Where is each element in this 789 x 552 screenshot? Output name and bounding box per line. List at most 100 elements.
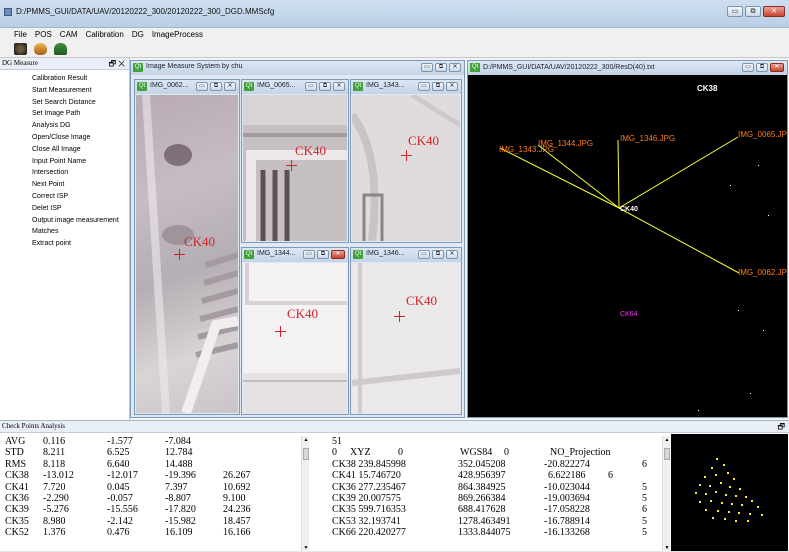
stats-cell: 24.236 [223, 504, 251, 516]
image-view[interactable]: CK40 [136, 95, 238, 413]
minimize-button[interactable]: ▭ [727, 6, 743, 17]
ck-label-center: CK40 [620, 206, 638, 213]
image-view[interactable]: CK40 [352, 263, 460, 413]
stats-cell: 0.116 [43, 436, 66, 447]
minimize-button[interactable]: ▭ [421, 63, 433, 72]
coord-row: CK39 20.007575 869.266384 -19.003694 5 [318, 493, 662, 504]
coord-cell: -17.058228 [544, 504, 590, 516]
image-view[interactable]: CK40 [243, 263, 347, 413]
crosshair-marker [275, 326, 286, 337]
panel-float-icon[interactable]: 🗗 [777, 421, 785, 432]
image-view[interactable]: CK40 [352, 95, 460, 241]
scroll-down-arrow-icon[interactable]: ▼ [664, 545, 670, 551]
close-button[interactable]: ✕ [446, 250, 458, 259]
maximize-button[interactable]: ⧉ [435, 63, 447, 72]
image-window-titlebar[interactable]: Qt IMG_1346... ▭ ⧉ ✕ [351, 248, 461, 262]
close-button[interactable]: ✕ [331, 250, 345, 259]
gps-icon[interactable] [34, 43, 47, 55]
terrain-icon[interactable] [54, 43, 67, 55]
close-button[interactable]: ✕ [770, 63, 784, 72]
dg-item-open-close-image[interactable]: Open/Close Image [0, 132, 129, 144]
stats-scrollbar[interactable]: ▲ ▼ [301, 436, 309, 552]
maximize-button[interactable]: ⧉ [745, 6, 761, 17]
menu-imageprocess[interactable]: ImageProcess [152, 30, 203, 39]
close-button[interactable]: ✕ [333, 82, 345, 91]
dg-item-extract-point[interactable]: Extract point [0, 238, 129, 250]
dg-item-start-measurement[interactable]: Start Measurement [0, 85, 129, 97]
crosshair-marker [286, 160, 297, 171]
dg-item-next-point[interactable]: Next Point [0, 179, 129, 191]
menu-pos[interactable]: POS [35, 30, 52, 39]
coord-header-row: 0 XYZ 0 WGS84 0 NO_Projection [318, 447, 662, 458]
image-window-1344: Qt IMG_1344... ▭ ⧉ ✕ CK40 [241, 247, 349, 415]
minimize-button[interactable]: ▭ [418, 250, 430, 259]
minimize-button[interactable]: ▭ [303, 250, 315, 259]
coord-row: CK41 15.746720 428.956397 6.622186 6 [318, 470, 662, 481]
map-point [745, 496, 747, 498]
image-window-titlebar[interactable]: Qt IMG_0065... ▭ ⧉ ✕ [242, 80, 348, 94]
residual-canvas[interactable]: CK38 CK40 CK64 IMG_1343.JPG IMG_1344.JPG… [468, 75, 787, 417]
check-points-title: Check Points Analysis [2, 422, 66, 430]
scroll-thumb[interactable] [664, 448, 670, 460]
scroll-down-arrow-icon[interactable]: ▼ [303, 545, 309, 551]
camera-icon[interactable] [14, 43, 27, 55]
dg-item-output-image-measurement[interactable]: Output image measurement [0, 215, 129, 227]
scroll-thumb[interactable] [303, 448, 309, 460]
map-point [725, 494, 727, 496]
stats-cell: 14.488 [165, 458, 193, 470]
dg-item-matches[interactable]: Matches [0, 226, 129, 238]
dg-item-calibration-result[interactable]: Calibration Result [0, 73, 129, 85]
image-window-titlebar[interactable]: Qt IMG_1343... ▭ ⧉ ✕ [351, 80, 461, 94]
image-view[interactable]: CK40 [243, 95, 347, 241]
image-measure-titlebar[interactable]: Qt Image Measure System by chu ▭ ⧉ ✕ [131, 61, 464, 75]
image-window-title: IMG_0065... [257, 82, 296, 89]
maximize-button[interactable]: ⧉ [756, 63, 768, 72]
stats-cell: -13.012 [43, 470, 74, 482]
dg-item-set-image-path[interactable]: Set Image Path [0, 108, 129, 120]
dg-item-set-search-distance[interactable]: Set Search Distance [0, 97, 129, 109]
header-cell: 0 [398, 447, 403, 459]
close-button[interactable]: ✕ [449, 63, 461, 72]
menu-dg[interactable]: DG [132, 30, 144, 39]
dg-item-analysis-dg[interactable]: Analysis DG [0, 120, 129, 132]
maximize-button[interactable]: ⧉ [432, 250, 444, 259]
minimize-button[interactable]: ▭ [196, 82, 208, 91]
maximize-button[interactable]: ⧉ [319, 82, 331, 91]
stats-row: CK41 7.720 0.045 7.397 10.692 [5, 482, 301, 493]
qt-icon: Qt [244, 82, 254, 91]
residual-window-titlebar[interactable]: Qt D:/PMMS_GUI/DATA/UAV/20120222_300/Res… [468, 61, 787, 75]
dg-item-input-point-name[interactable]: Input Point Name [0, 156, 129, 168]
image-window-titlebar[interactable]: Qt IMG_0062... ▭ ⧉ ✕ [135, 80, 239, 94]
menu-cam[interactable]: CAM [60, 30, 78, 39]
dg-item-delet-isp[interactable]: Delet ISP [0, 203, 129, 215]
dg-item-correct-isp[interactable]: Correct ISP [0, 191, 129, 203]
coord-cell: 428.956397 [458, 470, 506, 482]
coords-scrollbar[interactable]: ▲ ▼ [662, 436, 670, 552]
stats-row: RMS 8.118 6.640 14.488 [5, 459, 301, 470]
minimize-button[interactable]: ▭ [418, 82, 430, 91]
maximize-button[interactable]: ⧉ [317, 250, 329, 259]
qt-icon: Qt [133, 63, 143, 72]
stats-cell: -1.577 [107, 436, 133, 447]
minimize-button[interactable]: ▭ [305, 82, 317, 91]
map-point [749, 513, 751, 515]
close-button[interactable]: ✕ [446, 82, 458, 91]
check-points-coordinates-table: 51 0 XYZ 0 WGS84 0 NO_Projection CK38 23… [318, 436, 662, 552]
image-window-titlebar[interactable]: Qt IMG_1344... ▭ ⧉ ✕ [242, 248, 348, 262]
scroll-up-arrow-icon[interactable]: ▲ [303, 437, 309, 443]
dg-item-close-all-image[interactable]: Close All Image [0, 144, 129, 156]
dg-item-intersection[interactable]: Intersection [0, 167, 129, 179]
menu-calibration[interactable]: Calibration [86, 30, 124, 39]
coord-cell: 6 [642, 458, 647, 470]
point-distribution-minimap[interactable] [671, 434, 788, 551]
map-point [723, 464, 725, 466]
minimize-button[interactable]: ▭ [742, 63, 754, 72]
panel-float-close-icon[interactable]: 🗗 ✕ [109, 58, 125, 69]
menu-file[interactable]: File [14, 30, 27, 39]
scroll-up-arrow-icon[interactable]: ▲ [664, 437, 670, 443]
close-button[interactable]: ✕ [224, 82, 236, 91]
maximize-button[interactable]: ⧉ [432, 82, 444, 91]
close-button[interactable]: ✕ [763, 6, 785, 17]
qt-icon: Qt [137, 82, 147, 91]
maximize-button[interactable]: ⧉ [210, 82, 222, 91]
